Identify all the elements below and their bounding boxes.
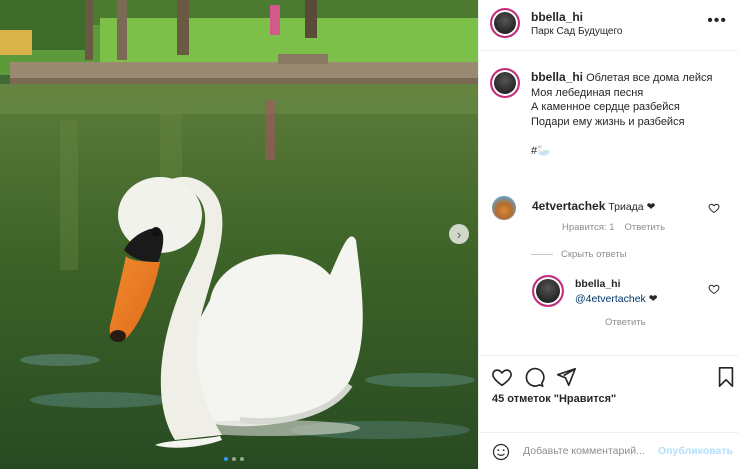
comment-body: 4etvertachek Триада ❤ (532, 199, 655, 213)
carousel-dot-active (224, 457, 228, 461)
chevron-right-icon: › (456, 226, 462, 242)
heart-icon[interactable] (491, 366, 513, 388)
carousel-dot (240, 457, 244, 461)
heart-outline-icon[interactable] (708, 283, 720, 295)
carousel-dot (232, 457, 236, 461)
comment-icon[interactable] (523, 366, 545, 388)
caption-line: Моя лебединая песня (531, 86, 644, 99)
publish-button[interactable]: Опубликовать (658, 445, 733, 457)
reply-emoji: ❤ (648, 293, 658, 305)
post-actions: 45 отметок "Нравится" (479, 355, 738, 432)
caption-line: Облетая все дома лейся (586, 72, 713, 84)
comment-likes[interactable]: Нравится: 1 (562, 222, 614, 233)
caption-line: А каменное сердце разбейся (531, 101, 680, 113)
reply-mention[interactable]: @4etvertachek (575, 293, 646, 305)
reply-reply-button[interactable]: Ответить (605, 317, 646, 328)
more-horizontal-icon: ••• (707, 12, 727, 29)
author-avatar[interactable] (490, 8, 520, 38)
share-icon[interactable] (555, 366, 577, 388)
comment-input[interactable] (523, 442, 663, 460)
commenter-username[interactable]: 4etvertachek (532, 199, 605, 213)
emoji-icon[interactable] (492, 443, 510, 461)
post-location[interactable]: Парк Сад Будущего (531, 26, 622, 37)
author-username[interactable]: bbella_hi (531, 10, 583, 24)
reply-avatar[interactable] (532, 275, 564, 307)
likes-count[interactable]: 45 отметок "Нравится" (492, 393, 616, 405)
instagram-post: › bbella_hi Парк Сад Будущего ••• bbella… (0, 0, 738, 469)
hide-replies-button[interactable]: Скрыть ответы (531, 249, 627, 260)
caption-hashtag[interactable]: #🦢 (531, 144, 731, 159)
post-sidebar: bbella_hi Парк Сад Будущего ••• bbella_h… (478, 0, 738, 469)
next-photo-button[interactable]: › (449, 224, 469, 244)
carousel-indicator (224, 457, 244, 461)
hide-replies-label: Скрыть ответы (561, 249, 627, 260)
heart-outline-icon[interactable] (708, 202, 720, 214)
commenter-avatar[interactable] (492, 196, 516, 220)
caption-line: Подари ему жизнь и разбейся (531, 115, 685, 128)
post-photo[interactable]: › (0, 0, 478, 469)
comment-text: Триада ❤ (608, 201, 656, 213)
comment-reply-button[interactable]: Ответить (624, 222, 665, 233)
divider-dash (531, 254, 553, 255)
caption-text: bbella_hi Облетая все дома лейся Моя леб… (531, 70, 731, 159)
more-options-button[interactable]: ••• (707, 12, 727, 30)
bookmark-icon[interactable] (715, 366, 737, 388)
swan-photo-illustration (0, 0, 478, 469)
reply-username[interactable]: bbella_hi (575, 278, 621, 290)
post-header: bbella_hi Парк Сад Будущего ••• (479, 0, 738, 51)
caption-username[interactable]: bbella_hi (531, 70, 583, 84)
comment-meta: Нравится: 1 Ответить (562, 222, 665, 233)
caption-avatar[interactable] (490, 68, 520, 98)
reply-text: @4etvertachek ❤ (575, 293, 658, 305)
add-comment-bar: Опубликовать (479, 432, 738, 470)
